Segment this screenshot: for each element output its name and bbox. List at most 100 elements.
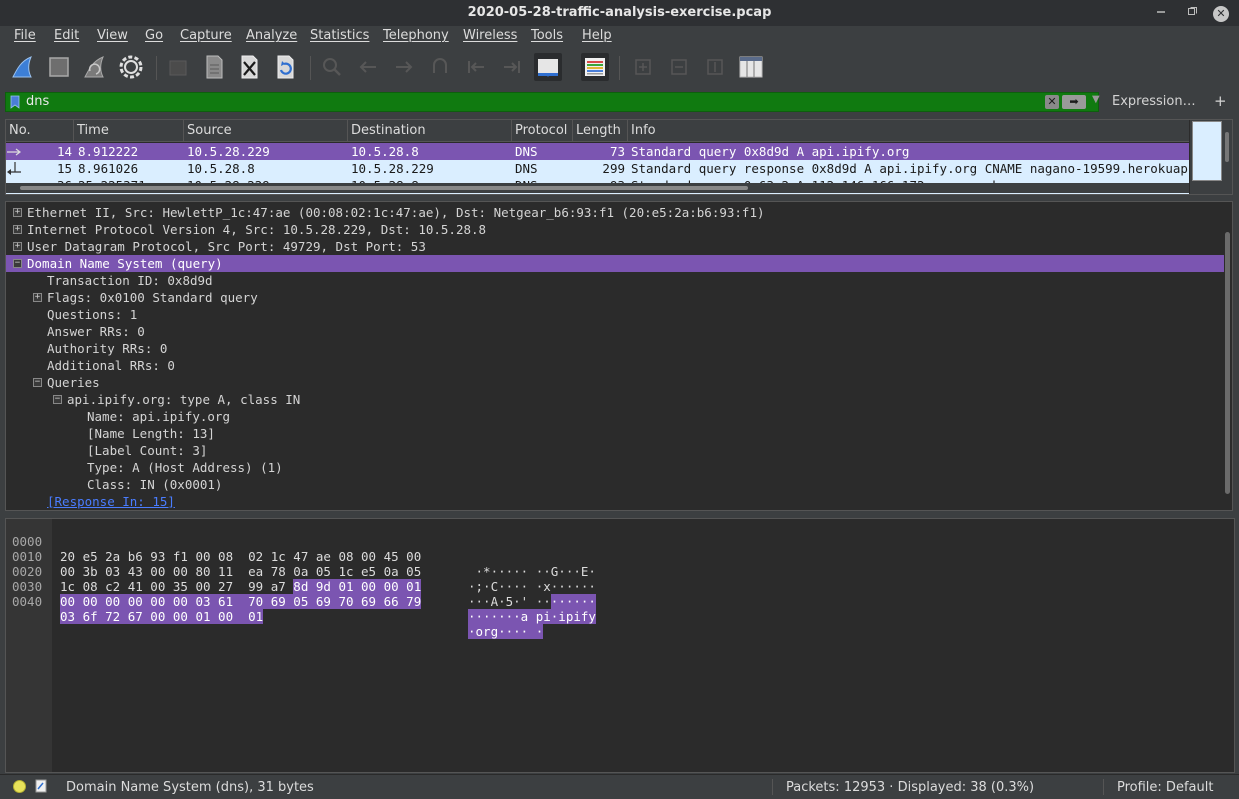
colorize-button[interactable]	[581, 53, 609, 81]
hex-bytes[interactable]: 00 3b 03 43 00 00 80 11 ea 78 0a 05 1c e…	[60, 564, 421, 579]
response-arrow-icon	[7, 162, 21, 175]
hex-bytes[interactable]: 1c 08 c2 41 00 35 00 27 99 a7 8d 9d 01 0…	[60, 579, 422, 594]
ascii-bytes[interactable]: ·······a pi·ipify	[468, 609, 596, 624]
save-file-button[interactable]	[200, 53, 228, 81]
go-forward-button[interactable]	[390, 53, 418, 81]
menu-view[interactable]: View	[97, 28, 128, 43]
hex-bytes[interactable]: 20 e5 2a b6 93 f1 00 08 02 1c 47 ae 08 0…	[60, 549, 421, 564]
open-file-button[interactable]	[164, 53, 192, 81]
tree-item-transaction-id[interactable]: Transaction ID: 0x8d9d	[6, 272, 1224, 289]
ascii-bytes[interactable]: ·org···· ·	[468, 624, 544, 639]
tree-item-class[interactable]: Class: IN (0x0001)	[6, 476, 1224, 493]
expand-icon[interactable]: +	[13, 242, 22, 251]
recent-filters-dropdown[interactable]: ▼	[1092, 94, 1100, 105]
scrollbar-thumb[interactable]	[1225, 132, 1229, 162]
tree-item-label: Flags: 0x0100 Standard query	[47, 290, 258, 305]
column-time[interactable]: Time	[74, 120, 184, 142]
hex-highlight: 00 00 00 00 00 00 03 61 70 69 05 69 70 6…	[60, 594, 422, 609]
ascii-bytes[interactable]: ···A·5·' ········	[468, 594, 596, 609]
column-source[interactable]: Source	[184, 120, 348, 142]
last-packet-button[interactable]	[498, 53, 526, 81]
tree-item-ethernet[interactable]: + Ethernet II, Src: HewlettP_1c:47:ae (0…	[6, 204, 1224, 221]
tree-item-additional-rrs[interactable]: Additional RRs: 0	[6, 357, 1224, 374]
tree-item-dns[interactable]: − Domain Name System (query)	[6, 255, 1224, 272]
restart-capture-button[interactable]	[81, 53, 109, 81]
auto-scroll-button[interactable]	[534, 53, 562, 81]
tree-item-udp[interactable]: + User Datagram Protocol, Src Port: 4972…	[6, 238, 1224, 255]
menu-telephony[interactable]: Telephony	[383, 28, 449, 43]
close-button[interactable]: ✕	[1211, 3, 1231, 23]
menu-help[interactable]: Help	[582, 28, 612, 43]
menu-statistics[interactable]: Statistics	[310, 28, 369, 43]
packet-list-vscrollbar[interactable]	[1190, 120, 1232, 194]
first-packet-button[interactable]	[462, 53, 490, 81]
hex-bytes[interactable]: 00 00 00 00 00 00 03 61 70 69 05 69 70 6…	[60, 594, 422, 609]
tree-item-type[interactable]: Type: A (Host Address) (1)	[6, 459, 1224, 476]
menu-capture[interactable]: Capture	[180, 28, 232, 43]
packet-list-hscrollbar[interactable]	[6, 183, 1189, 193]
details-scrollbar[interactable]	[1225, 232, 1230, 494]
expression-button[interactable]: Expression…	[1112, 94, 1196, 109]
expand-icon[interactable]: +	[13, 225, 22, 234]
tree-item-questions[interactable]: Questions: 1	[6, 306, 1224, 323]
bookmark-icon[interactable]	[10, 95, 20, 109]
tree-item-query[interactable]: − api.ipify.org: type A, class IN	[6, 391, 1224, 408]
ascii-bytes[interactable]: ·*····· ··G···E·	[468, 564, 596, 579]
tree-item-name[interactable]: Name: api.ipify.org	[6, 408, 1224, 425]
tree-item-authority-rrs[interactable]: Authority RRs: 0	[6, 340, 1224, 357]
zoom-in-button[interactable]	[629, 53, 657, 81]
clear-filter-button[interactable]: ✕	[1045, 95, 1059, 109]
column-destination[interactable]: Destination	[348, 120, 512, 142]
tree-item-name-length[interactable]: [Name Length: 13]	[6, 425, 1224, 442]
menu-analyze[interactable]: Analyze	[246, 28, 297, 43]
tree-item-label-count[interactable]: [Label Count: 3]	[6, 442, 1224, 459]
tree-item-flags[interactable]: + Flags: 0x0100 Standard query	[6, 289, 1224, 306]
close-file-button[interactable]	[236, 53, 264, 81]
normal-size-button[interactable]	[701, 53, 729, 81]
menu-wireless[interactable]: Wireless	[463, 28, 517, 43]
display-filter-input[interactable]	[26, 93, 1026, 111]
column-info[interactable]: Info	[628, 120, 1189, 142]
go-to-packet-button[interactable]	[426, 53, 454, 81]
tree-item-answer-rrs[interactable]: Answer RRs: 0	[6, 323, 1224, 340]
packet-row[interactable]: 14 8.912222 10.5.28.229 10.5.28.8 DNS 73…	[6, 143, 1189, 160]
go-back-button[interactable]	[354, 53, 382, 81]
column-protocol[interactable]: Protocol	[512, 120, 573, 142]
menu-go[interactable]: Go	[145, 28, 163, 43]
scrollbar-thumb[interactable]	[20, 186, 748, 190]
menu-edit[interactable]: Edit	[54, 28, 79, 43]
collapse-icon[interactable]: −	[53, 395, 62, 404]
minimize-button[interactable]	[1151, 3, 1171, 23]
stop-capture-button[interactable]	[45, 53, 73, 81]
arrow-right-icon: ➡	[1069, 95, 1079, 108]
find-packet-button[interactable]	[318, 53, 346, 81]
ascii-bytes[interactable]: ·;·C···· ·x······	[468, 579, 596, 594]
expert-info-icon[interactable]	[13, 780, 26, 793]
capture-comment-icon[interactable]	[35, 779, 47, 793]
apply-filter-button[interactable]: ➡	[1062, 95, 1086, 109]
packet-row[interactable]: 15 8.961026 10.5.28.8 10.5.28.229 DNS 29…	[6, 160, 1189, 177]
menu-file[interactable]: File	[14, 28, 36, 43]
expand-icon[interactable]: +	[33, 293, 42, 302]
status-profile[interactable]: Profile: Default	[1117, 780, 1213, 795]
tree-item-response-in[interactable]: [Response In: 15]	[6, 493, 1224, 510]
reload-file-button[interactable]	[272, 53, 300, 81]
column-length[interactable]: Length	[573, 120, 628, 142]
collapse-icon[interactable]: −	[13, 259, 22, 268]
tree-item-ipv4[interactable]: + Internet Protocol Version 4, Src: 10.5…	[6, 221, 1224, 238]
menu-tools[interactable]: Tools	[531, 28, 563, 43]
column-no[interactable]: No.	[6, 120, 74, 142]
expand-icon[interactable]: +	[13, 208, 22, 217]
collapse-icon[interactable]: −	[33, 378, 42, 387]
hex-bytes[interactable]: 03 6f 72 67 00 00 01 00 01	[60, 609, 264, 624]
reload-icon	[277, 55, 294, 79]
zoom-out-button[interactable]	[665, 53, 693, 81]
tree-item-queries[interactable]: − Queries	[6, 374, 1224, 391]
packet-minimap[interactable]	[1192, 121, 1222, 181]
resize-columns-button[interactable]	[737, 53, 765, 81]
start-capture-button[interactable]	[9, 53, 37, 81]
maximize-button[interactable]	[1182, 3, 1202, 23]
add-filter-button[interactable]: +	[1214, 92, 1227, 110]
response-in-link[interactable]: [Response In: 15]	[47, 493, 175, 510]
capture-options-button[interactable]	[117, 53, 145, 81]
